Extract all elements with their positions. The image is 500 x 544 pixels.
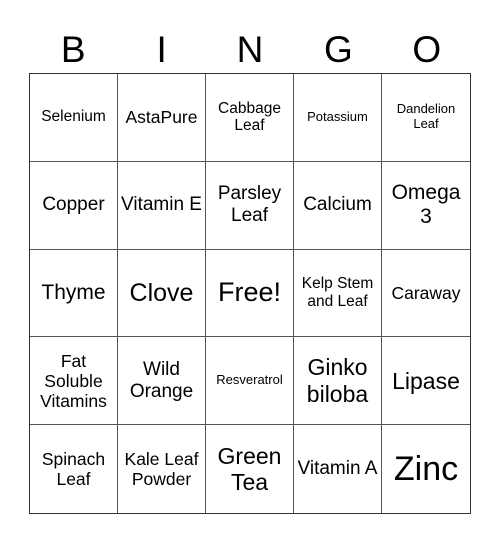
header-letter-o: O [412,29,442,70]
bingo-cell[interactable]: Lipase [382,337,470,426]
bingo-cell[interactable]: Zinc [382,425,470,513]
bingo-cell[interactable]: Clove [118,249,206,338]
free-space-cell[interactable]: Free! [206,249,294,338]
bingo-cell[interactable]: Fat Soluble Vitamins [30,337,118,426]
bingo-cell[interactable]: Omega 3 [382,162,470,250]
bingo-cell[interactable]: Thyme [30,249,118,338]
bingo-grid: Selenium AstaPure Cabbage Leaf Potassium… [29,73,471,514]
bingo-cell[interactable]: Spinach Leaf [30,425,118,513]
bingo-cell[interactable]: Calcium [294,161,382,250]
bingo-cell[interactable]: Vitamin E [118,161,206,250]
bingo-cell[interactable]: AstaPure [118,74,206,162]
bingo-cell[interactable]: Wild Orange [118,337,206,426]
header-letter-g: G [323,29,353,70]
bingo-cell[interactable]: Potassium [294,74,382,162]
bingo-cell[interactable]: Resveratrol [206,337,294,426]
bingo-cell[interactable]: Kale Leaf Powder [118,425,206,513]
header-letter-b: B [60,29,86,70]
bingo-cell[interactable]: Selenium [30,74,118,162]
bingo-cell[interactable]: Green Tea [206,425,294,513]
header-letter-n: N [236,29,264,70]
bingo-cell[interactable]: Ginko biloba [294,337,382,426]
header-letter-i: I [156,29,167,70]
bingo-cell[interactable]: Cabbage Leaf [206,74,294,162]
bingo-cell[interactable]: Dandelion Leaf [382,74,470,162]
bingo-cell[interactable]: Caraway [382,250,470,338]
bingo-header: B I N G O [29,28,471,72]
bingo-cell[interactable]: Kelp Stem and Leaf [294,249,382,338]
bingo-cell[interactable]: Parsley Leaf [206,161,294,250]
bingo-cell[interactable]: Copper [30,161,118,250]
bingo-cell[interactable]: Vitamin A [294,425,382,513]
